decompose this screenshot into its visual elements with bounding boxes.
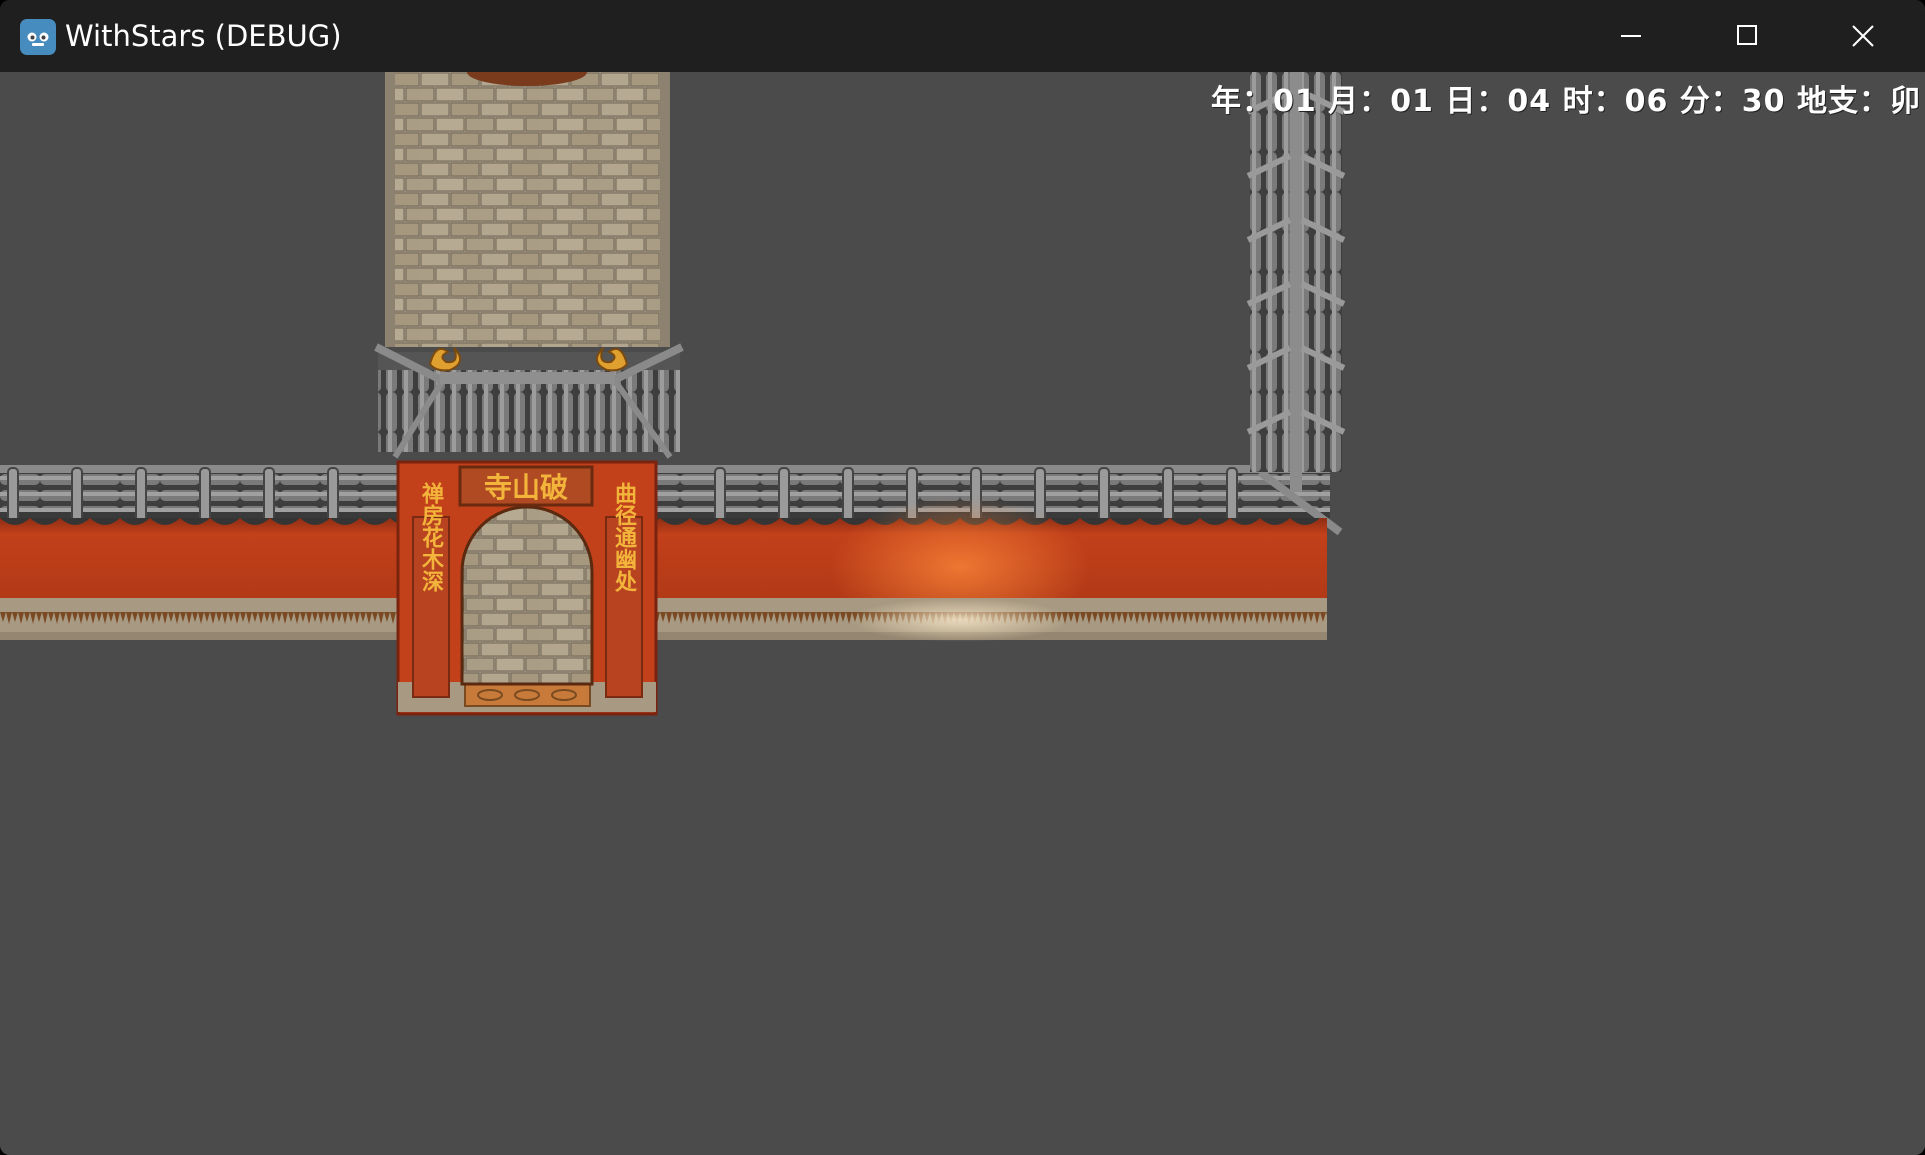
close-button[interactable]: [1806, 0, 1922, 72]
red-wall: [0, 497, 1327, 642]
month-label: 月：: [1316, 84, 1391, 119]
window-title: WithStars (DEBUG): [65, 19, 342, 53]
gate-roof: [374, 343, 684, 459]
second-value: 30: [1741, 84, 1786, 119]
hour-value: 04: [1507, 84, 1552, 119]
minimize-icon: [1621, 35, 1641, 37]
hour-label: 时：: [1551, 84, 1625, 119]
left-couplet: 禅房花木深: [418, 481, 445, 592]
godot-robot-icon: [20, 19, 56, 55]
maximize-button[interactable]: [1690, 0, 1806, 72]
branch-label: 地支：: [1785, 84, 1890, 119]
game-viewport[interactable]: 寺山破 禅房花木深 曲径通幽处 年：01 月：01 日：04 时：06 分：30…: [0, 72, 1925, 1155]
minute-label: 分：: [1668, 84, 1742, 119]
earthly-branch-value: 卯: [1890, 84, 1921, 119]
temple-scene: 寺山破 禅房花木深 曲径通幽处: [0, 72, 1346, 716]
gate-plaque: 寺山破: [484, 471, 568, 504]
maximize-icon: [1737, 25, 1757, 45]
month-value: 01: [1272, 84, 1317, 119]
close-icon: [1852, 25, 1874, 47]
game-window: WithStars (DEBUG) 寺山破 禅房花木深 曲径通幽处 年：01 月…: [0, 0, 1925, 1155]
game-time-hud: 年：01 月：01 日：04 时：06 分：30 地支：卯: [1211, 76, 1921, 120]
wall-roof-vertical: [1246, 72, 1346, 492]
day-value: 01: [1390, 84, 1434, 119]
brick-path: [385, 72, 670, 347]
right-couplet: 曲径通幽处: [611, 482, 638, 593]
minute-value: 06: [1624, 84, 1669, 119]
day-label: 日：: [1433, 84, 1508, 119]
minimize-button[interactable]: [1574, 0, 1690, 72]
year-label: 年：: [1210, 84, 1273, 119]
title-bar[interactable]: WithStars (DEBUG): [0, 0, 1925, 72]
